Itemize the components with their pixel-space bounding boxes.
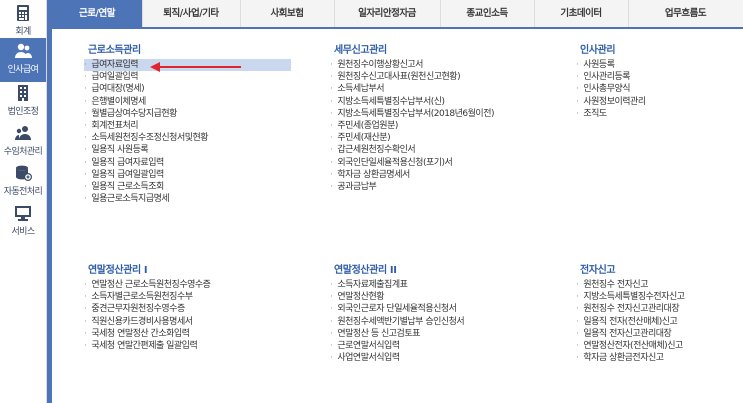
menu-item[interactable]: 원천징수이행상황신고서 bbox=[330, 59, 494, 71]
building-icon bbox=[18, 85, 28, 101]
sidebar-item-label: 회계 bbox=[15, 27, 31, 37]
menu-item[interactable]: 회계전표처리 bbox=[84, 120, 291, 132]
sidebar-divider bbox=[47, 0, 52, 403]
menu-list-hr: 사원등록 인사관리등록 인사총무양식 사원정보이력관리 조직도 bbox=[576, 59, 646, 120]
menu-item[interactable]: 일용직 급여자료입력 bbox=[84, 157, 291, 169]
menu-item[interactable]: 연말정산현황 bbox=[330, 291, 464, 303]
sidebar-item-corporate[interactable]: 법인조정 bbox=[0, 80, 46, 124]
top-tab-bar: 근로/연말 퇴직/사업/기타 사회보험 일자리안정자금 종교인소득 기초데이터 … bbox=[52, 0, 743, 29]
menu-item[interactable]: 조직도 bbox=[576, 108, 646, 120]
tab-base-data[interactable]: 기초데이터 bbox=[534, 0, 629, 27]
sidebar-item-label: 인사급여 bbox=[7, 65, 39, 75]
menu-item[interactable]: 소득자별근로소득원천징수부 bbox=[84, 291, 210, 303]
menu-item[interactable]: 지방소득세특별징수납부서(신) bbox=[330, 96, 494, 108]
menu-item[interactable]: 일용근로소득지급명세 bbox=[84, 193, 291, 205]
menu-item[interactable]: 소득자료제출집계표 bbox=[330, 279, 464, 291]
menu-item[interactable]: 인사총무양식 bbox=[576, 83, 646, 95]
menu-item[interactable]: 인사관리등록 bbox=[576, 71, 646, 83]
menu-item[interactable]: 주민세(종업원분) bbox=[330, 120, 494, 132]
menu-item[interactable]: 갑근세원천징수확인서 bbox=[330, 144, 494, 156]
section-title-hr: 인사관리 bbox=[580, 45, 616, 56]
tab-workflow[interactable]: 업무흐름도 bbox=[628, 0, 743, 27]
menu-item[interactable]: 은행별이체명세 bbox=[84, 96, 291, 108]
sidebar-item-label: 법인조정 bbox=[7, 107, 39, 117]
menu-item[interactable]: 중견근무자원천징수영수증 bbox=[84, 303, 210, 315]
menu-list-yearend-2: 소득자료제출집계표 연말정산현황 외국인근로자 단일세율적용신청서 원천징수세액… bbox=[330, 279, 464, 364]
menu-item[interactable]: 학자금 상환금전자신고 bbox=[576, 352, 685, 364]
menu-list-yearend-1: 연말정산 근로소득원천징수영수증 소득자별근로소득원천징수부 중견근무자원천징수… bbox=[84, 279, 211, 352]
menu-item[interactable]: 급여대장(명세) bbox=[84, 83, 291, 95]
menu-item[interactable]: 원천징수 전자신고관리대장 bbox=[576, 303, 685, 315]
sidebar-item-auto-process[interactable]: 자동전처리 bbox=[0, 160, 46, 204]
menu-item[interactable]: 소득세납부서 bbox=[330, 83, 494, 95]
sidebar-item-service[interactable]: 서비스 bbox=[0, 200, 46, 244]
menu-item[interactable]: 지방소득세특별징수납부서(2018년6월이전) bbox=[330, 108, 494, 120]
menu-item[interactable]: 연말정산 등 신고검토표 bbox=[330, 328, 464, 340]
monitor-icon bbox=[15, 206, 31, 221]
menu-item[interactable]: 공과금납부 bbox=[330, 181, 494, 193]
menu-item[interactable]: 일용직 근로소득조회 bbox=[84, 181, 291, 193]
menu-item[interactable]: 외국인근로자 단일세율적용신청서 bbox=[330, 303, 464, 315]
menu-item[interactable]: 사원정보이력관리 bbox=[576, 96, 646, 108]
calculator-icon bbox=[17, 5, 29, 21]
section-title-yearend-2: 연말정산관리 II bbox=[334, 265, 397, 276]
tab-religious-income[interactable]: 종교인소득 bbox=[440, 0, 535, 27]
tab-retirement-business[interactable]: 퇴직/사업/기타 bbox=[142, 0, 241, 27]
sidebar-item-label: 자동전처리 bbox=[3, 187, 43, 197]
sidebar-item-payroll[interactable]: 인사급여 bbox=[0, 38, 46, 82]
menu-item[interactable]: 국세청 연말정산 간소화입력 bbox=[84, 328, 210, 340]
red-arrow-annotation bbox=[150, 62, 241, 72]
menu-item[interactable]: 급여일괄입력 bbox=[84, 71, 291, 83]
menu-item[interactable]: 월별급상여수당지급현황 bbox=[84, 108, 291, 120]
menu-item[interactable]: 일용직 전자신고관리대장 bbox=[576, 328, 685, 340]
menu-item[interactable]: 연말정산전자(전산매체)신고 bbox=[576, 340, 685, 352]
menu-item[interactable]: 사원등록 bbox=[576, 59, 646, 71]
left-sidebar: 회계 인사급여 법인조정 수임처관리 자동전처리 서비스 bbox=[0, 0, 47, 403]
menu-item[interactable]: 원천징수 전자신고 bbox=[576, 279, 685, 291]
section-title-tax-filing: 세무신고관리 bbox=[334, 45, 387, 56]
tab-job-stability-fund[interactable]: 일자리안정자금 bbox=[334, 0, 441, 27]
menu-item[interactable]: 원천징수세액반기별납부 승인신청서 bbox=[330, 316, 464, 328]
menu-item[interactable]: 일용직 전자(전산매체)신고 bbox=[576, 316, 685, 328]
menu-item[interactable]: 주민세(재산분) bbox=[330, 132, 494, 144]
section-title-earned-income: 근로소득관리 bbox=[88, 45, 141, 56]
section-title-e-filing: 전자신고 bbox=[580, 265, 616, 276]
menu-item[interactable]: 직원신용카드경비사용명세서 bbox=[84, 316, 210, 328]
menu-item[interactable]: 외국인단일세율적용신청(포기)서 bbox=[330, 157, 494, 169]
menu-list-earned-income: 급여자료입력 급여일괄입력 급여대장(명세) 은행별이체명세 월별급상여수당지급… bbox=[84, 59, 291, 205]
clients-icon bbox=[15, 126, 31, 140]
users-icon bbox=[15, 43, 32, 58]
menu-item[interactable]: 근로연말서식입력 bbox=[330, 340, 464, 352]
menu-item[interactable]: 학자금 상환금명세서 bbox=[330, 169, 494, 181]
sidebar-item-label: 서비스 bbox=[11, 227, 35, 237]
menu-item[interactable]: 원천징수신고대사표(원천신고현황) bbox=[330, 71, 494, 83]
menu-item[interactable]: 지방소득세특별징수전자신고 bbox=[576, 291, 685, 303]
menu-item[interactable]: 소득세원천징수조정신청서및현황 bbox=[84, 132, 291, 144]
menu-item[interactable]: 일용직 사원등록 bbox=[84, 144, 291, 156]
sidebar-item-label: 수임처관리 bbox=[3, 147, 43, 157]
tab-social-insurance[interactable]: 사회보험 bbox=[240, 0, 335, 27]
tab-earned-yearend[interactable]: 근로/연말 bbox=[52, 0, 143, 27]
menu-item[interactable]: 일용직 급여일괄입력 bbox=[84, 169, 291, 181]
menu-list-tax-filing: 원천징수이행상황신고서 원천징수신고대사표(원천신고현황) 소득세납부서 지방소… bbox=[330, 59, 494, 193]
section-title-yearend-1: 연말정산관리 I bbox=[88, 265, 148, 276]
database-icon bbox=[16, 165, 32, 181]
menu-list-e-filing: 원천징수 전자신고 지방소득세특별징수전자신고 원천징수 전자신고관리대장 일용… bbox=[576, 279, 685, 364]
menu-item[interactable]: 국세청 연말간편제출 일괄입력 bbox=[84, 340, 210, 352]
menu-item[interactable]: 연말정산 근로소득원천징수영수증 bbox=[84, 279, 211, 291]
menu-item[interactable]: 사업연말서식입력 bbox=[330, 352, 464, 364]
sidebar-item-clients[interactable]: 수임처관리 bbox=[0, 120, 46, 164]
